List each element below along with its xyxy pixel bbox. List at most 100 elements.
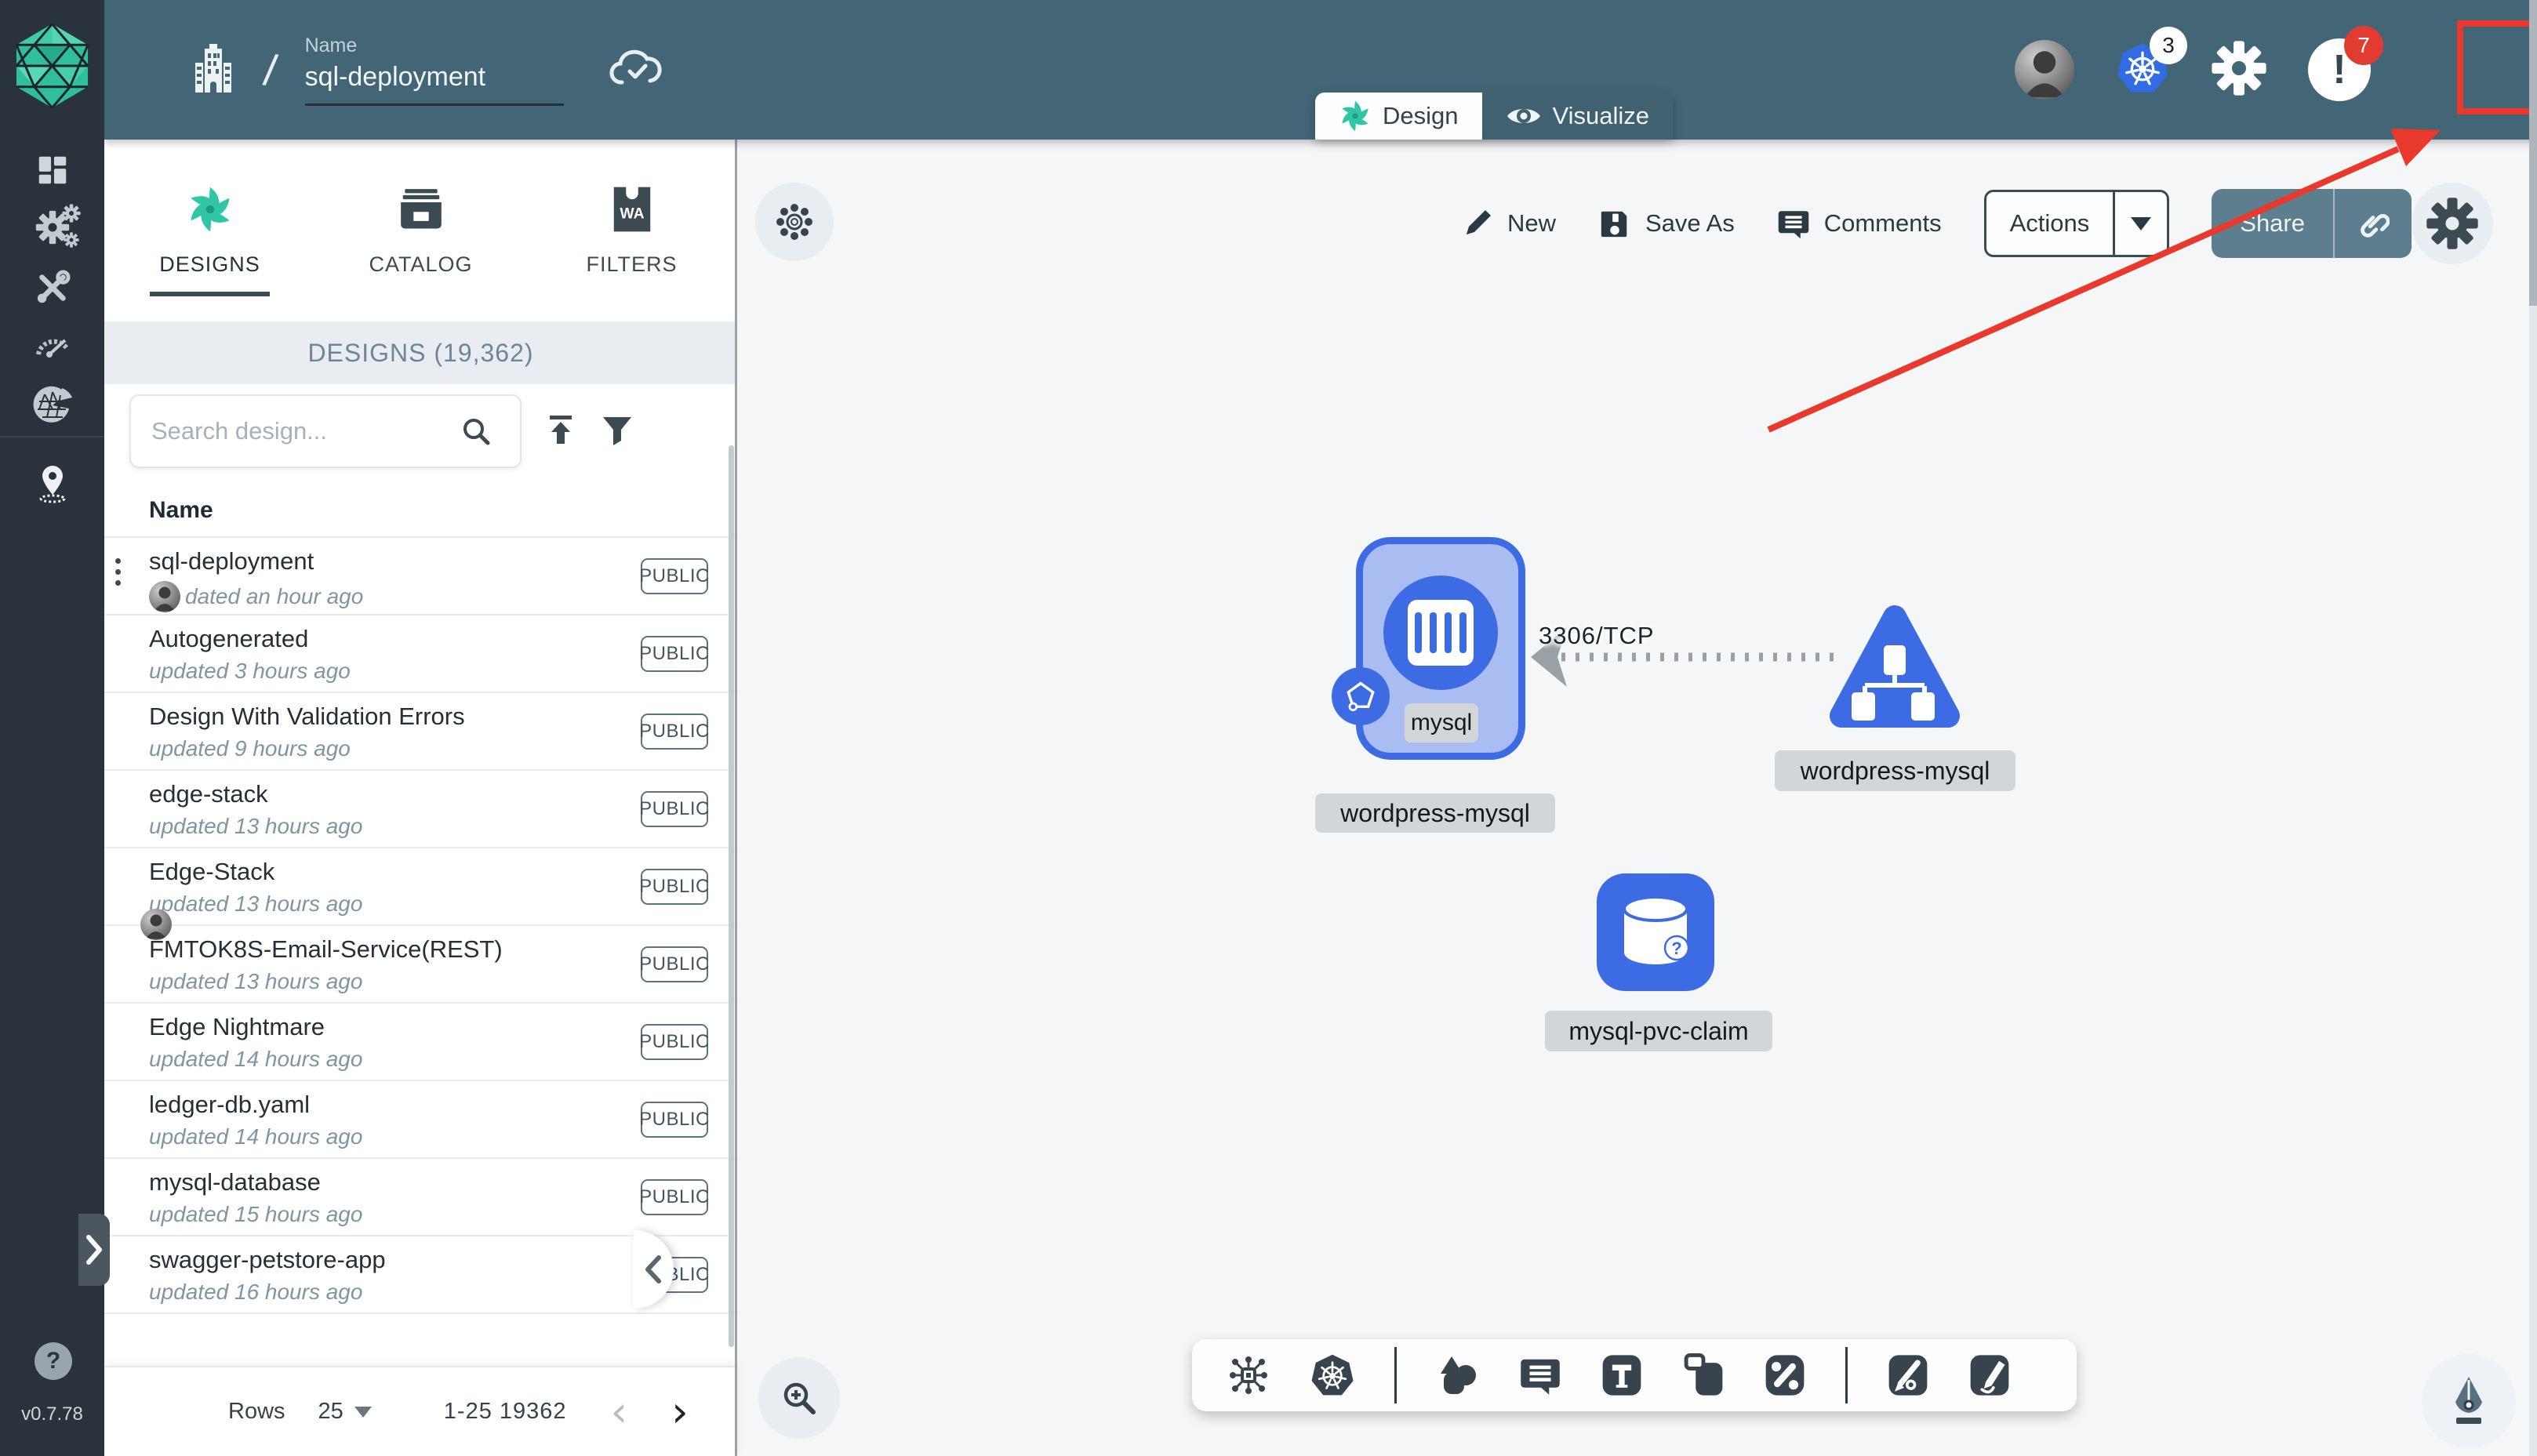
tab-design[interactable]: Design [1315,93,1482,140]
design-canvas[interactable]: New Save As Comments Actions Share 3306/… [737,140,2537,1456]
design-list-item[interactable]: Autogenerated updated 3 hours ago PUBLIC [104,615,737,693]
tab-design-label: Design [1383,102,1459,129]
link-tool-button[interactable] [1764,1353,1806,1397]
copy-link-button[interactable] [2335,189,2412,258]
new-design-button[interactable]: New [1462,208,1556,239]
help-icon[interactable]: ? [35,1342,72,1380]
design-updated: updated 3 hours ago [149,659,351,683]
settings-gear-button[interactable] [2211,40,2267,100]
container-label-chip[interactable]: mysql [1405,703,1478,743]
design-name: Edge-Stack [149,858,275,885]
kubernetes-tool-button[interactable] [1310,1353,1355,1398]
actions-button[interactable]: Actions [1983,190,2170,257]
design-list-item[interactable]: ledger-db.yaml updated 14 hours ago PUBL… [104,1081,737,1159]
design-updated: dated an hour ago [149,581,363,612]
node-mysql-pvc-claim[interactable]: ? [1597,873,1714,991]
design-name: Edge Nightmare [149,1013,325,1040]
organization-icon[interactable] [191,41,236,100]
design-updated: updated 15 hours ago [149,1202,363,1226]
service-label-chip[interactable]: wordpress-mysql [1775,750,2015,791]
zoom-in-button[interactable] [758,1357,840,1439]
actions-label: Actions [2009,209,2090,237]
text-tool-button[interactable] [1601,1353,1643,1397]
tab-visualize[interactable]: Visualize [1481,93,1674,140]
volume-cylinder-icon: ? [1623,895,1690,964]
meshery-logo[interactable] [13,22,91,114]
component-icon [1230,1356,1267,1394]
prev-page-button[interactable]: ‹ [611,1390,628,1433]
upload-design-button[interactable] [543,412,578,451]
pentagon-icon [1347,681,1375,712]
row-menu-icon[interactable] [115,558,121,586]
design-list-item[interactable]: FMTOK8S-Email-Service(REST) updated 13 h… [104,926,737,1004]
canvas-settings-button[interactable] [2412,183,2493,264]
design-list-item[interactable]: Edge-Stack updated 13 hours ago PUBLIC [104,848,737,940]
notification-center-button[interactable]: ! 7 [2308,26,2383,101]
list-column-header: Name [104,485,737,538]
next-page-button[interactable]: › [671,1390,689,1433]
save-as-button[interactable]: Save As [1598,207,1735,240]
version-label: v0.7.78 [21,1403,83,1425]
pen-arrow-tool-button[interactable] [1887,1353,1929,1397]
rows-per-page-select[interactable]: 25 [318,1399,372,1425]
column-name-label: Name [149,497,213,523]
design-updated: updated 16 hours ago [149,1280,363,1304]
sidebar-item-dashboard[interactable] [0,152,104,188]
wasm-filters-icon: WA [613,187,650,231]
pen-nib-icon [2455,1377,2482,1424]
pencil-icon [1970,1355,2009,1396]
design-name: ledger-db.yaml [149,1091,311,1118]
window-scrollbar-thumb[interactable] [2529,0,2537,306]
design-list-item[interactable]: Edge Nightmare updated 14 hours ago PUBL… [104,1004,737,1081]
tools-icon [37,270,71,303]
tab-designs[interactable]: DESIGNS [104,140,315,321]
filter-designs-button[interactable] [600,412,634,451]
rows-label: Rows [228,1399,285,1424]
pencil-tool-button[interactable] [1968,1353,2011,1397]
share-button[interactable]: Share [2212,189,2412,258]
kubernetes-context-button[interactable]: 3 [2115,26,2187,100]
sidebar-item-lifecycle[interactable] [0,210,104,245]
design-list-item[interactable]: edge-stack updated 13 hours ago PUBLIC [104,771,737,848]
kubernetes-icon [1310,1353,1355,1398]
sidebar-item-performance[interactable] [0,328,104,359]
pod-pentagon-badge[interactable] [1332,667,1390,725]
user-avatar[interactable] [2015,40,2074,100]
performance-gauge-icon [35,339,68,358]
sidebar-item-configuration[interactable] [0,270,104,306]
chevron-right-icon [86,1235,102,1265]
edge-port-label: 3306/TCP [1539,622,1655,649]
search-box[interactable] [129,394,522,468]
window-scrollbar[interactable] [2529,0,2537,1456]
design-list-item[interactable]: sql-deployment dated an hour ago PUBLIC [104,538,737,615]
tab-catalog[interactable]: CATALOG [315,140,526,321]
search-input[interactable] [131,417,460,445]
shapes-tool-button[interactable] [1436,1353,1480,1397]
visibility-badge: PUBLIC [639,1024,709,1060]
designs-spiral-icon [186,185,234,234]
component-tool-button[interactable] [1227,1353,1270,1397]
sidebar-item-pin[interactable] [0,463,104,503]
sidebar-expand-handle[interactable] [78,1214,110,1286]
design-list-item[interactable]: Design With Validation Errors updated 9 … [104,693,737,771]
design-list-item[interactable]: mysql-database updated 15 hours ago PUBL… [104,1159,737,1236]
pod-label-chip[interactable]: wordpress-mysql [1315,793,1555,833]
canvas-cluster-button[interactable] [755,183,834,261]
sidebar-item-extensions[interactable] [0,386,104,425]
save-as-label: Save As [1645,209,1735,237]
actions-dropdown-toggle[interactable] [2115,192,2167,255]
design-name-field[interactable]: Name sql-deployment [304,34,564,106]
panel-scrollbar[interactable] [729,445,734,1347]
comments-label: Comments [1823,209,1942,237]
comments-button[interactable]: Comments [1777,207,1942,240]
comment-tool-button[interactable] [1519,1354,1561,1396]
tab-filters[interactable]: WA FILTERS [526,140,737,321]
pagination-bar: Rows 25 1-25 19362 ‹ › [104,1366,737,1456]
pvc-label-chip[interactable]: mysql-pvc-claim [1545,1011,1772,1051]
new-design-label: New [1507,209,1556,237]
sidebar: ? v0.7.78 [0,0,110,1456]
rect-tool-button[interactable] [1682,1353,1725,1397]
node-wordpress-mysql-service[interactable] [1827,600,1962,733]
pen-nib-button[interactable] [2422,1354,2516,1448]
design-name-value[interactable]: sql-deployment [304,62,564,106]
